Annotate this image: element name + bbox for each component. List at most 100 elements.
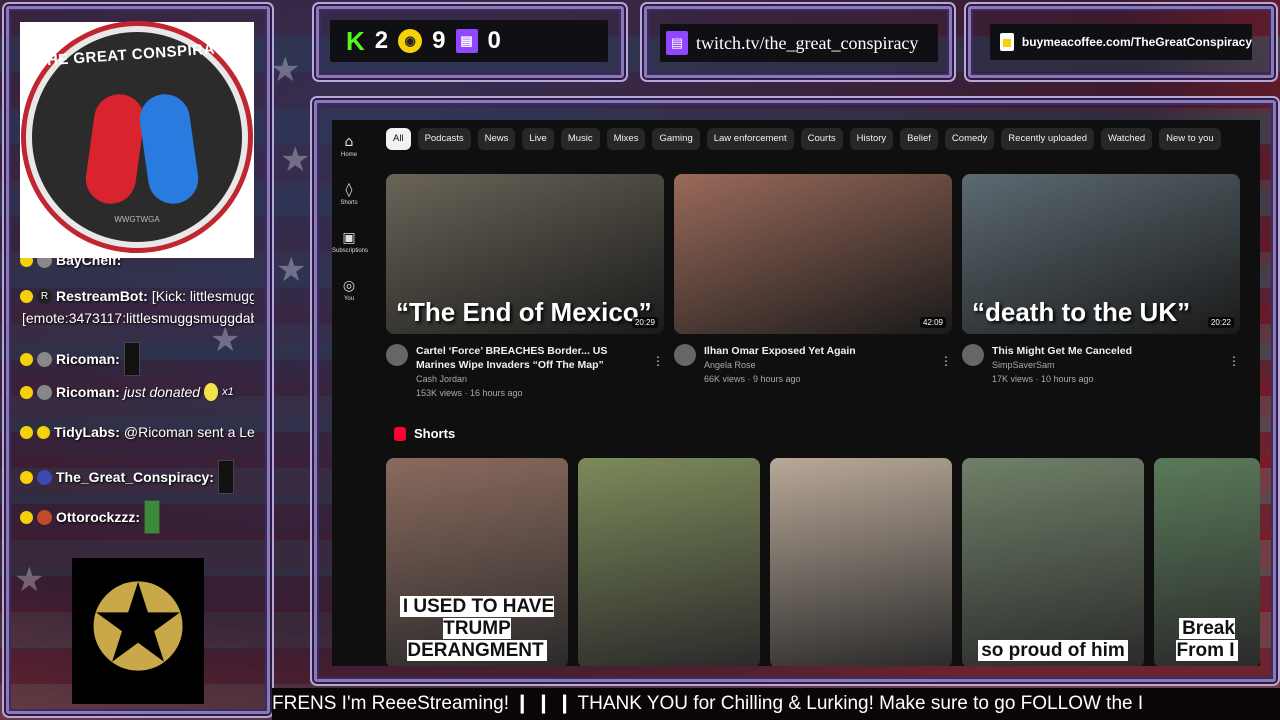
chip-gaming[interactable]: Gaming	[652, 128, 700, 150]
chip-law-enforcement[interactable]: Law enforcement	[706, 128, 794, 150]
shorts-label: Shorts	[414, 426, 456, 441]
kick-badge-icon	[20, 352, 33, 366]
channel-avatar[interactable]	[386, 344, 408, 366]
avatar	[37, 351, 52, 367]
short-card[interactable]	[578, 458, 760, 666]
thumbnail-overlay-text: “death to the UK”	[972, 297, 1191, 327]
chat-username: Ricoman:	[56, 384, 120, 400]
video-title[interactable]: Ilhan Omar Exposed Yet Again	[704, 344, 934, 358]
red-pill-icon	[82, 91, 148, 207]
star-icon: ★	[280, 140, 311, 180]
chat-message: The_Great_Conspiracy:	[20, 460, 254, 494]
home-icon: ⌂	[344, 134, 354, 150]
chip-mixes[interactable]: Mixes	[606, 128, 646, 150]
short-text: Break From I	[1176, 618, 1238, 661]
video-stats: 153K views · 16 hours ago	[416, 388, 523, 398]
chat-message: R RestreamBot: [Kick: littlesmugg]	[20, 286, 254, 306]
video-thumbnail[interactable]: “death to the UK” 20:22	[962, 174, 1240, 334]
sidebar-item-you[interactable]: ◎ You	[332, 278, 366, 302]
sheriff-badge-image: ✪	[72, 558, 204, 704]
chip-comedy[interactable]: Comedy	[944, 128, 995, 150]
short-text: so proud of him	[978, 640, 1128, 661]
filter-chips: All Podcasts News Live Music Mixes Gaming Law e…	[386, 128, 1221, 150]
thumbnail-overlay-text: “The End of Mexico”	[396, 297, 652, 327]
video-card[interactable]: “The End of Mexico” 20:29 Cartel ‘Force’ B…	[386, 174, 664, 400]
sidebar-item-shorts[interactable]: ◊ Shorts	[332, 182, 366, 206]
video-thumbnail[interactable]: 42:09	[674, 174, 952, 334]
video-card[interactable]: 42:09 Ilhan Omar Exposed Yet Again Angela …	[674, 174, 952, 386]
star-icon: ★	[276, 250, 307, 290]
star-icon: ★	[270, 50, 301, 90]
lemon-badge-icon	[37, 425, 50, 439]
emote-image	[217, 460, 234, 494]
scrolling-ticker: FRENS I'm ReeeStreaming! ❙ ❙ ❙ THANK YOU…	[272, 688, 1280, 720]
coffee-url-box: buymeacoffee.com/TheGreatConspiracy	[990, 24, 1252, 60]
chip-belief[interactable]: Belief	[900, 128, 938, 150]
chip-recently-uploaded[interactable]: Recently uploaded	[1001, 128, 1094, 150]
kick-badge-icon	[20, 470, 33, 484]
more-options-icon[interactable]: ⋮	[652, 354, 664, 368]
video-duration: 20:22	[1207, 317, 1234, 328]
restream-icon: R	[37, 288, 52, 304]
channel-avatar[interactable]	[962, 344, 984, 366]
video-title[interactable]: This Might Get Me Canceled	[992, 344, 1222, 358]
channel-name[interactable]: SimpSaverSam	[992, 358, 1222, 372]
you-icon: ◎	[342, 278, 356, 294]
chip-watched[interactable]: Watched	[1101, 128, 1153, 150]
logo-emblem: THE GREAT CONSPIRACY WWGTWGA	[26, 26, 248, 248]
short-overlay-text: Break From I	[1154, 618, 1260, 662]
chat-message: TidyLabs: @Ricoman sent a Lemon!	[20, 422, 254, 442]
channel-name[interactable]: Cash Jordan	[416, 372, 646, 386]
chat-message-continued: [emote:3473117:littlesmuggsmuggdab]	[22, 308, 254, 328]
chat-panel: BayCheif: R RestreamBot: [Kick: littlesm…	[20, 258, 254, 558]
sidebar-item-subscriptions[interactable]: ▣ Subscriptions	[332, 230, 369, 254]
chip-new-to-you[interactable]: New to you	[1159, 128, 1221, 150]
video-card[interactable]: “death to the UK” 20:22 This Might Get Me …	[962, 174, 1240, 386]
chat-username: The_Great_Conspiracy:	[56, 469, 214, 485]
twitch-count: 0	[487, 27, 501, 54]
chip-live[interactable]: Live	[522, 128, 554, 150]
chip-news[interactable]: News	[477, 128, 516, 150]
yellow-count: 9	[432, 27, 446, 54]
chat-text: [Kick: littlesmugg]	[151, 288, 254, 304]
kick-badge-icon	[20, 425, 33, 439]
logo-subtitle: WWGTWGA	[114, 215, 160, 224]
kick-icon: K	[346, 25, 365, 56]
channel-avatar[interactable]	[674, 344, 696, 366]
chip-podcasts[interactable]: Podcasts	[417, 128, 471, 150]
chip-courts[interactable]: Courts	[800, 128, 843, 150]
video-title[interactable]: Cartel ‘Force’ BREACHES Border... US Mar…	[416, 344, 646, 372]
subscriptions-icon: ▣	[342, 230, 356, 246]
video-thumbnail[interactable]: “The End of Mexico” 20:29	[386, 174, 664, 334]
youtube-sidebar: ⌂ Home ◊ Shorts ▣ Subscriptions ◎ You	[332, 120, 369, 666]
chip-history[interactable]: History	[849, 128, 894, 150]
short-card[interactable]: I USED TO HAVE TRUMP DERANGMENT	[386, 458, 568, 666]
chip-music[interactable]: Music	[560, 128, 600, 150]
chip-all[interactable]: All	[386, 128, 411, 150]
video-duration: 20:29	[631, 317, 658, 328]
sidebar-item-label: Home	[340, 152, 357, 158]
chat-message: Ricoman:	[20, 342, 254, 376]
avatar	[37, 258, 52, 268]
sidebar-item-home[interactable]: ⌂ Home	[332, 134, 366, 158]
chat-message: Ottorockzzz:	[20, 500, 254, 534]
sidebar-item-label: You	[343, 296, 355, 302]
channel-logo: THE GREAT CONSPIRACY WWGTWGA	[20, 22, 254, 258]
sidebar-item-label: Subscriptions	[332, 248, 369, 254]
chat-text: [emote:3473117:littlesmuggsmuggdab]	[22, 310, 254, 326]
shorts-icon: ◊	[345, 182, 353, 198]
short-card[interactable]: so proud of him	[962, 458, 1144, 666]
lemon-icon	[204, 383, 219, 401]
channel-name[interactable]: Angela Rose	[704, 358, 934, 372]
avatar	[37, 469, 52, 485]
more-options-icon[interactable]: ⋮	[1228, 354, 1240, 368]
avatar	[37, 384, 52, 400]
video-meta: Cartel ‘Force’ BREACHES Border... US Mar…	[386, 344, 664, 400]
chat-message: Ricoman: just donated x1	[20, 382, 254, 402]
short-overlay-text: so proud of him	[962, 640, 1144, 662]
more-options-icon[interactable]: ⋮	[940, 354, 952, 368]
short-card[interactable]: Break From I	[1154, 458, 1260, 666]
chat-message: BayCheif:	[20, 258, 254, 270]
short-card[interactable]	[770, 458, 952, 666]
video-meta: This Might Get Me Canceled SimpSaverSam 17…	[962, 344, 1240, 386]
